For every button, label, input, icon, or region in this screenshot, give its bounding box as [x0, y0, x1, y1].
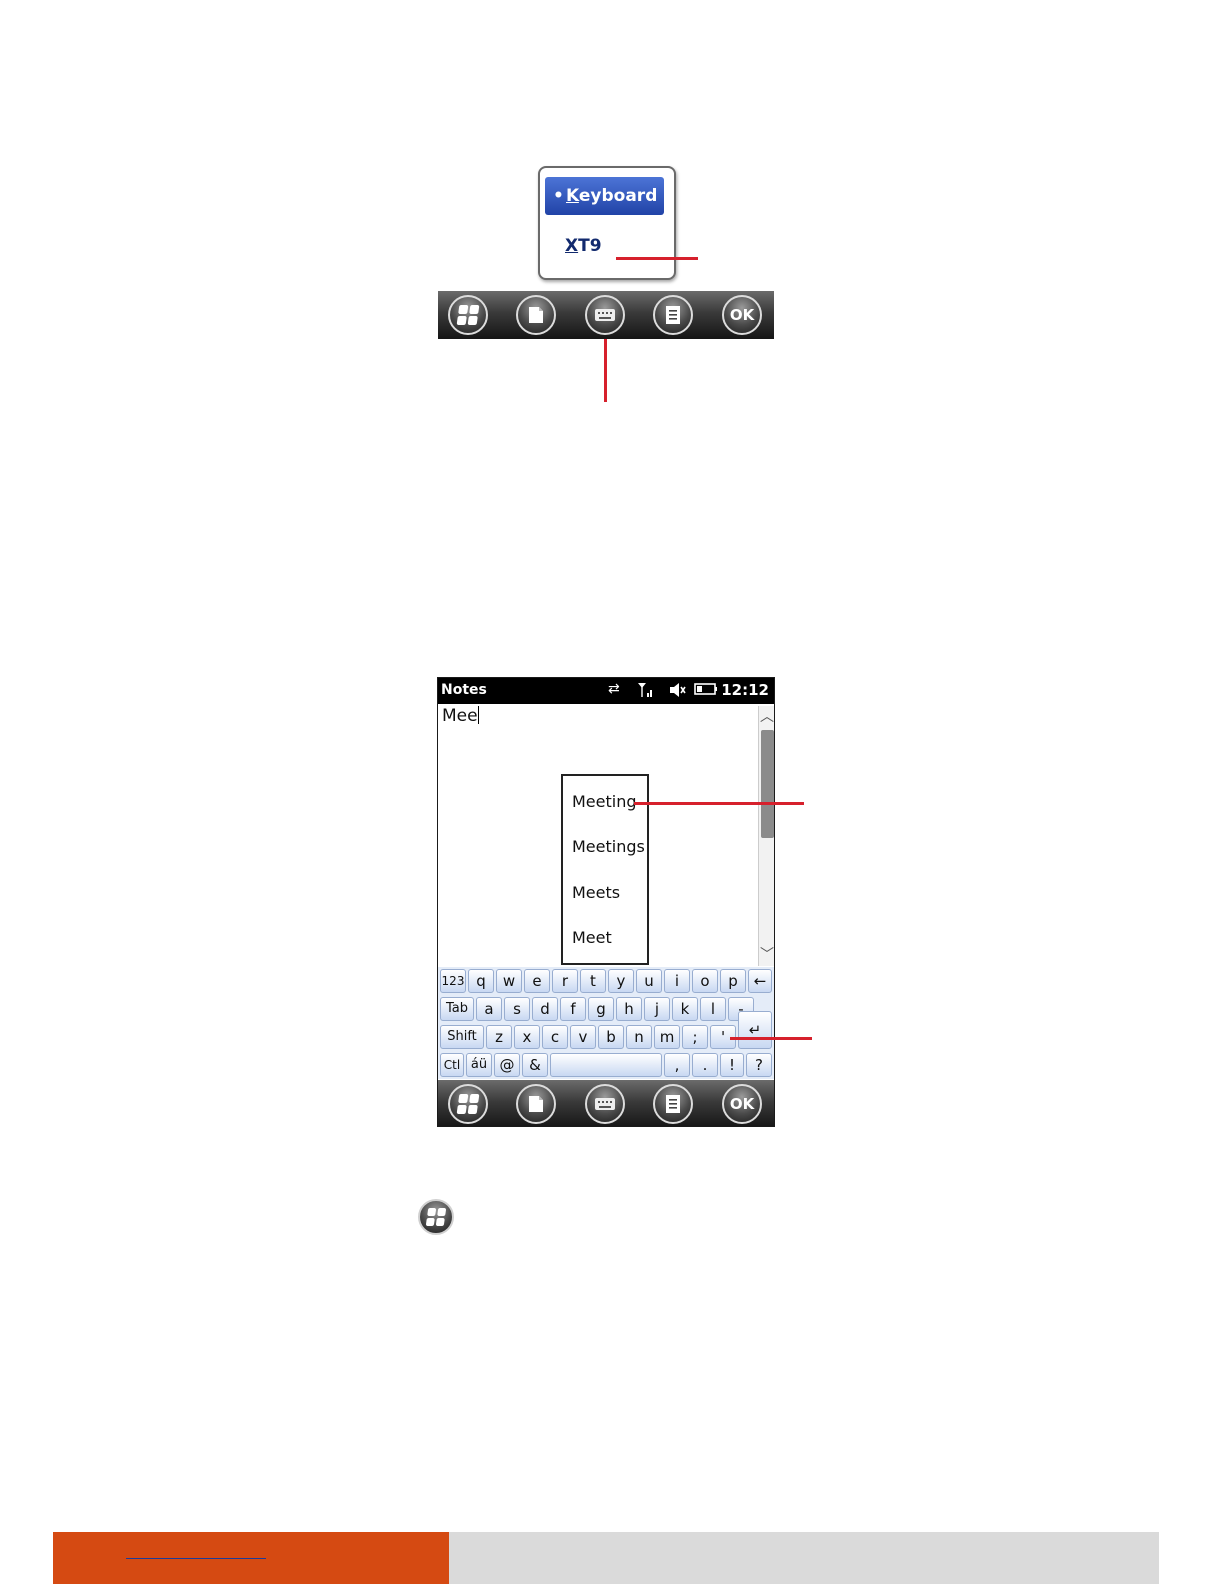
windows-logo-icon [456, 1094, 480, 1114]
key-tab[interactable]: Tab [440, 997, 474, 1021]
key-m[interactable]: m [654, 1025, 680, 1049]
ok-button[interactable]: OK [722, 295, 762, 335]
key-d[interactable]: d [532, 997, 558, 1021]
accel-x: X [565, 236, 579, 256]
suggestion-item[interactable]: Meets [572, 883, 620, 902]
key-exclamation[interactable]: ! [720, 1053, 744, 1077]
key-v[interactable]: v [570, 1025, 596, 1049]
menu-list-icon [666, 1095, 680, 1113]
menu-item-keyboard-label: Keyboard [566, 177, 657, 215]
menu-button[interactable] [653, 1084, 693, 1124]
soft-keyboard: 123 q w e r t y u i o p ← Tab a s d f g … [438, 967, 774, 1079]
key-k[interactable]: k [672, 997, 698, 1021]
key-t[interactable]: t [580, 969, 606, 993]
scroll-down-icon[interactable]: ﹀ [760, 944, 774, 964]
key-space[interactable] [550, 1053, 662, 1077]
vertical-scrollbar[interactable]: ︿ ﹀ [758, 706, 774, 966]
selected-bullet: • [553, 186, 564, 206]
windows-logo-icon [425, 1208, 447, 1226]
key-at[interactable]: @ [494, 1053, 520, 1077]
key-e[interactable]: e [524, 969, 550, 993]
volume-mute-icon [670, 683, 686, 697]
key-h[interactable]: h [616, 997, 642, 1021]
label-rest: eyboard [578, 186, 658, 206]
input-panel-button[interactable] [585, 295, 625, 335]
new-note-button[interactable] [516, 1084, 556, 1124]
key-period[interactable]: . [692, 1053, 718, 1077]
app-title: Notes [441, 682, 487, 698]
input-method-menu: • Keyboard XT9 [538, 166, 676, 280]
key-c[interactable]: c [542, 1025, 568, 1049]
footer-gray-bar [449, 1532, 1159, 1584]
key-backspace[interactable]: ← [748, 969, 772, 993]
ok-button[interactable]: OK [722, 1084, 762, 1124]
key-q[interactable]: q [468, 969, 494, 993]
suggestion-item[interactable]: Meetings [572, 837, 645, 856]
key-w[interactable]: w [496, 969, 522, 993]
key-g[interactable]: g [588, 997, 614, 1021]
key-enter[interactable]: ↵ [738, 1011, 772, 1049]
title-bar: Notes ⇄ 12:12 [438, 678, 774, 704]
label-rest: T9 [578, 236, 602, 256]
input-panel-button[interactable] [585, 1084, 625, 1124]
menu-item-xt9[interactable]: XT9 [565, 236, 602, 256]
suggestion-item[interactable]: Meeting [572, 792, 637, 811]
footer-link-underline [126, 1558, 266, 1559]
key-f[interactable]: f [560, 997, 586, 1021]
sync-icon: ⇄ [608, 681, 620, 697]
key-n[interactable]: n [626, 1025, 652, 1049]
key-question[interactable]: ? [746, 1053, 772, 1077]
taskbar-bottom: OK [438, 1080, 774, 1126]
key-semicolon[interactable]: ; [682, 1025, 708, 1049]
scroll-up-icon[interactable]: ︿ [760, 706, 774, 726]
callout-line-keyboard [730, 1037, 812, 1040]
keyboard-icon [595, 309, 615, 321]
key-p[interactable]: p [720, 969, 746, 993]
key-s[interactable]: s [504, 997, 530, 1021]
key-x[interactable]: x [514, 1025, 540, 1049]
accel-k: K [566, 186, 579, 206]
callout-line-suggestion [634, 802, 804, 805]
key-i[interactable]: i [664, 969, 690, 993]
scroll-thumb[interactable] [761, 730, 774, 838]
new-note-button[interactable] [516, 295, 556, 335]
key-z[interactable]: z [486, 1025, 512, 1049]
start-icon [418, 1199, 454, 1235]
key-ctl[interactable]: Ctl [440, 1053, 464, 1077]
key-accents[interactable]: áü [466, 1053, 492, 1077]
menu-button[interactable] [653, 295, 693, 335]
key-shift[interactable]: Shift [440, 1025, 484, 1049]
key-o[interactable]: o [692, 969, 718, 993]
signal-icon [638, 683, 652, 697]
start-button[interactable] [448, 295, 488, 335]
key-b[interactable]: b [598, 1025, 624, 1049]
key-comma[interactable]: , [664, 1053, 690, 1077]
new-note-icon [529, 1096, 543, 1112]
menu-item-keyboard[interactable]: • Keyboard [545, 177, 664, 215]
key-a[interactable]: a [476, 997, 502, 1021]
key-r[interactable]: r [552, 969, 578, 993]
device-screen-notes: Notes ⇄ 12:12 Mee ︿ ﹀ Meeting Meetings M… [437, 677, 775, 1127]
callout-line-xt9 [616, 257, 698, 260]
callout-line-input-panel [604, 339, 607, 402]
windows-logo-icon [456, 305, 480, 325]
keyboard-icon [595, 1098, 615, 1110]
key-j[interactable]: j [644, 997, 670, 1021]
note-text: Mee [442, 706, 478, 726]
note-editor[interactable]: Mee [442, 706, 479, 726]
new-note-icon [529, 307, 543, 323]
suggestion-item[interactable]: Meet [572, 928, 612, 947]
key-l[interactable]: l [700, 997, 726, 1021]
key-123[interactable]: 123 [440, 969, 466, 993]
key-ampersand[interactable]: & [522, 1053, 548, 1077]
battery-icon [694, 683, 717, 695]
key-u[interactable]: u [636, 969, 662, 993]
key-y[interactable]: y [608, 969, 634, 993]
taskbar-top: OK [438, 291, 774, 339]
clock: 12:12 [721, 681, 769, 699]
menu-list-icon [666, 306, 680, 324]
start-button[interactable] [448, 1084, 488, 1124]
text-caret [477, 706, 479, 724]
